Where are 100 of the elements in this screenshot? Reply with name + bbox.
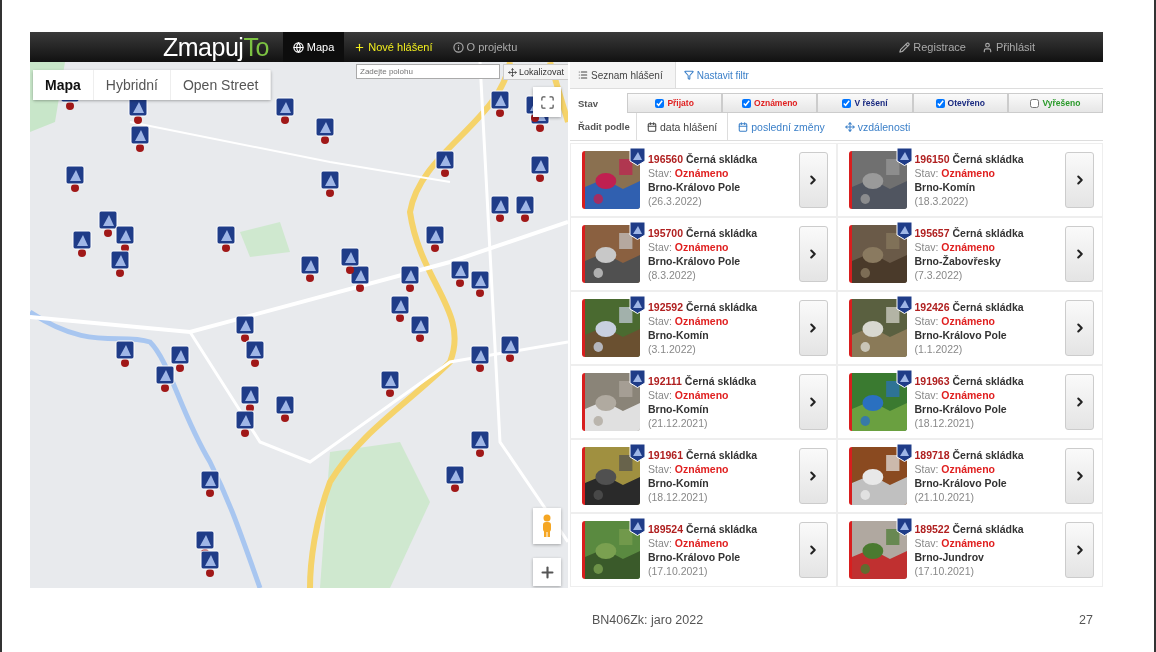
status-label: Stav:: [914, 314, 939, 327]
detail-button[interactable]: [1065, 374, 1094, 430]
plus-icon: [354, 41, 366, 53]
nav-link[interactable]: Nové hlášení: [344, 32, 443, 62]
detail-button[interactable]: [1065, 300, 1094, 356]
checkbox[interactable]: [935, 98, 945, 108]
report-date: (18.12.2021): [648, 490, 709, 504]
detail-button[interactable]: [1065, 448, 1094, 504]
detail-button[interactable]: [1065, 522, 1094, 578]
sort-option[interactable]: vzdálenosti: [834, 113, 921, 140]
report-marker-icon: [895, 517, 913, 536]
report-id: 192592: [648, 300, 684, 313]
detail-button[interactable]: [798, 448, 828, 504]
detail-button[interactable]: [798, 226, 828, 282]
report-place: Brno-Komín: [648, 328, 710, 342]
nav-link[interactable]: Mapa: [282, 32, 345, 62]
report-marker-icon: [895, 295, 913, 314]
pencil-icon: [899, 41, 911, 53]
report-title: Černá skládka: [685, 226, 758, 239]
report-id: 189524: [648, 522, 684, 535]
detail-button[interactable]: [798, 374, 828, 430]
report-id: 196560: [648, 152, 684, 165]
report-id: 192111: [648, 374, 682, 387]
status-filter-option[interactable]: Přijato: [627, 93, 723, 113]
move-icon: [844, 121, 855, 132]
status-filter-option[interactable]: Otevřeno: [912, 93, 1008, 113]
report-place: Brno-Jundrov: [914, 550, 985, 564]
report-date: (3.1.2022): [648, 342, 697, 356]
info-icon: [452, 41, 464, 53]
slide-number: 27: [1079, 613, 1094, 627]
report-title: Černá skládka: [952, 300, 1024, 313]
report-title: Černá skládka: [952, 226, 1024, 239]
calendar-icon: [738, 121, 749, 132]
report-marker-icon: [895, 369, 913, 388]
report-id: 195700: [648, 226, 684, 239]
report-date: (17.10.2021): [648, 564, 709, 578]
map-type-tab[interactable]: Mapa: [33, 70, 94, 100]
report-place: Brno-Žabovřesky: [914, 254, 1002, 268]
move-icon: [508, 67, 517, 77]
map-type-tab[interactable]: Hybridní: [93, 70, 171, 100]
report-status: Oznámeno: [674, 462, 729, 475]
sort-option[interactable]: data hlášení: [636, 113, 729, 140]
status-label: Stav:: [648, 388, 672, 401]
report-status: Oznámeno: [674, 240, 729, 253]
report-status: Oznámeno: [941, 240, 996, 253]
report-marker-icon: [629, 295, 646, 314]
logo[interactable]: ZmapujTo: [163, 32, 283, 62]
status-filter-option[interactable]: Oznámeno: [722, 93, 818, 113]
user-icon: [981, 41, 993, 53]
checkbox[interactable]: [842, 98, 852, 108]
report-id: 196150: [914, 152, 950, 165]
checkbox[interactable]: [655, 98, 665, 108]
report-date: (26.3.2022): [648, 194, 703, 208]
report-date: (17.10.2021): [914, 564, 976, 578]
report-marker-icon: [629, 221, 646, 240]
detail-button[interactable]: [798, 300, 828, 356]
zoom-in-button[interactable]: [533, 558, 561, 586]
fullscreen-icon: [539, 94, 555, 110]
locate-button[interactable]: Lokalizovat: [503, 64, 568, 80]
report-title: Černá skládka: [685, 300, 758, 313]
report-place: Brno-Královo Pole: [648, 180, 742, 194]
report-title: Černá skládka: [952, 152, 1024, 165]
calendar-icon: [647, 121, 657, 132]
report-date: (21.12.2021): [648, 416, 709, 430]
location-search-field[interactable]: Zadejte polohu: [356, 64, 500, 79]
report-place: Brno-Komín: [914, 180, 977, 194]
checkbox[interactable]: [742, 98, 752, 108]
nav-link[interactable]: Přihlásit: [973, 32, 1043, 62]
checkbox[interactable]: [1030, 98, 1040, 108]
nav-link[interactable]: O projektu: [442, 32, 528, 62]
detail-button[interactable]: [1065, 226, 1094, 282]
report-status: Oznámeno: [674, 166, 729, 179]
report-title: Černá skládka: [684, 374, 757, 387]
report-title: Černá skládka: [952, 522, 1024, 535]
report-marker-icon: [629, 443, 646, 462]
report-marker-icon: [895, 443, 913, 462]
filter-label: Stav: [577, 97, 600, 109]
detail-button[interactable]: [798, 152, 828, 208]
report-id: 189522: [914, 522, 950, 535]
status-filter-option[interactable]: V řešení: [817, 93, 913, 113]
detail-button[interactable]: [1065, 152, 1094, 208]
status-label: Stav:: [914, 166, 939, 179]
fullscreen-button[interactable]: [533, 87, 561, 117]
sort-option[interactable]: poslední změny: [728, 113, 835, 140]
report-place: Brno-Komín: [648, 476, 710, 490]
detail-button[interactable]: [798, 522, 828, 578]
sort-label: Řadit podle: [577, 121, 631, 132]
street-view-button[interactable]: [533, 508, 561, 544]
report-place: Brno-Královo Pole: [648, 254, 742, 268]
nav-link[interactable]: Registrace: [891, 32, 974, 62]
report-title: Černá skládka: [685, 448, 758, 461]
report-status: Oznámeno: [941, 314, 996, 327]
report-status: Oznámeno: [674, 314, 729, 327]
report-status: Oznámeno: [674, 536, 729, 549]
list-icon: [578, 70, 588, 80]
panel-tab[interactable]: Seznam hlášení: [570, 62, 676, 88]
report-place: Brno-Královo Pole: [914, 328, 1008, 342]
map-type-tab[interactable]: Open Street: [170, 70, 272, 100]
filter-icon: [683, 70, 694, 80]
status-label: Stav:: [648, 240, 672, 253]
